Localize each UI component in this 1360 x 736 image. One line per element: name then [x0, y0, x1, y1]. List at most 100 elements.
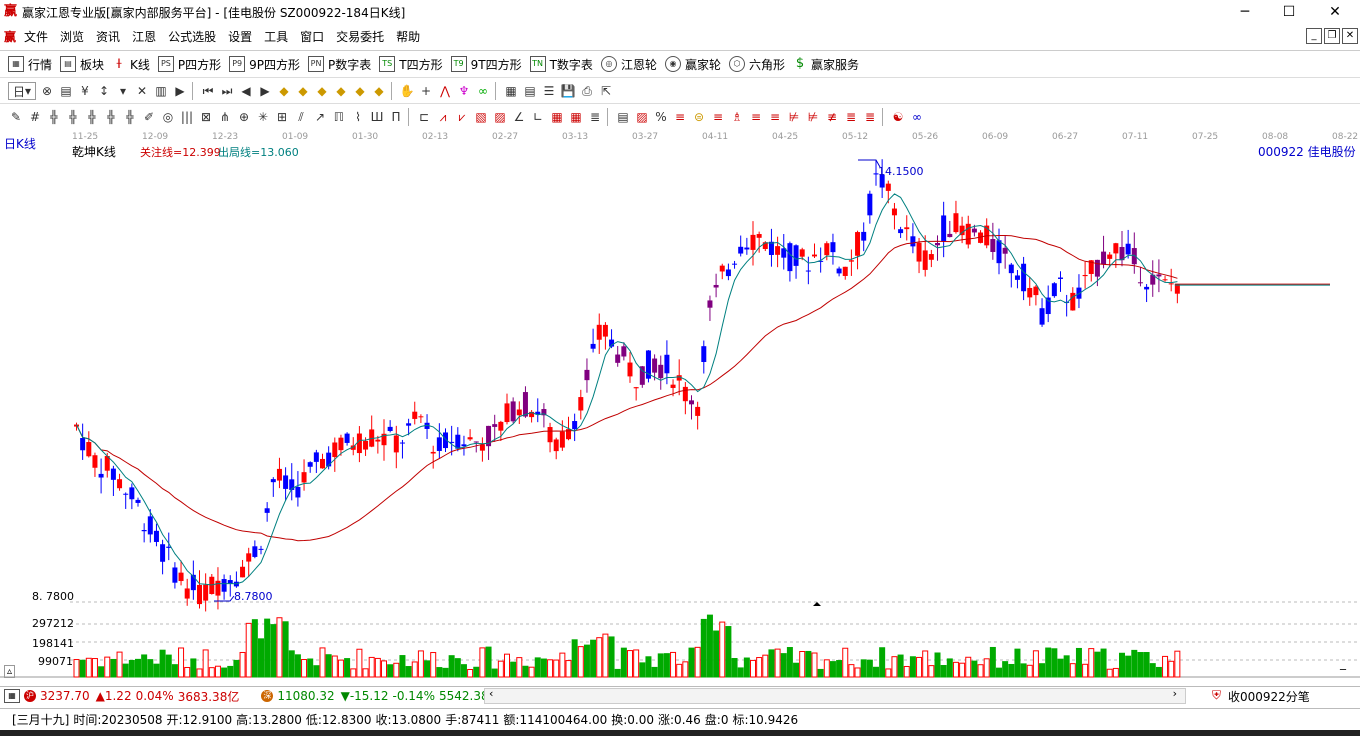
toolbar-winner-wheel[interactable]: ◉ 赢家轮 — [664, 56, 721, 73]
crosshair-icon[interactable]: + — [418, 83, 434, 99]
stats-icon[interactable]: ▥ — [153, 83, 169, 99]
table2-icon[interactable]: ▤ — [615, 109, 631, 125]
diamond3-icon[interactable]: ◆ — [314, 83, 330, 99]
hand-icon[interactable]: ✋ — [399, 83, 415, 99]
level10-icon[interactable]: ≣ — [843, 109, 859, 125]
prev-icon[interactable]: ◀ — [238, 83, 254, 99]
hash-icon[interactable]: # — [27, 109, 43, 125]
menu-info[interactable]: 资讯 — [90, 28, 126, 45]
level1-icon[interactable]: ≡ — [672, 109, 688, 125]
expand-icon[interactable]: ─ — [1340, 665, 1346, 676]
price-icon[interactable]: ¥ — [77, 83, 93, 99]
square-icon[interactable]: ▧ — [473, 109, 489, 125]
menu-browse[interactable]: 浏览 — [54, 28, 90, 45]
link-icon[interactable]: ∞ — [475, 83, 491, 99]
menu-trade[interactable]: 交易委托 — [330, 28, 390, 45]
toolbar-kline[interactable]: ╫ K线 — [112, 56, 150, 73]
minimize-button[interactable]: ─ — [1222, 0, 1268, 24]
level3-icon[interactable]: ≡ — [710, 109, 726, 125]
grid6-icon[interactable]: ▦ — [549, 109, 565, 125]
bar-icon[interactable]: ↕ — [96, 83, 112, 99]
arrow-icon[interactable]: ↗ — [312, 109, 328, 125]
menu-file[interactable]: 文件 — [18, 28, 54, 45]
target-icon[interactable]: ⊕ — [236, 109, 252, 125]
infinity-icon[interactable]: ∞ — [909, 109, 925, 125]
ratio-icon[interactable]: ▨ — [634, 109, 650, 125]
fan3-icon[interactable]: ⩗ — [454, 109, 470, 125]
level6-icon[interactable]: ≡ — [767, 109, 783, 125]
mdi-restore-button[interactable]: ❐ — [1324, 28, 1340, 44]
mdi-minimize-button[interactable]: _ — [1306, 28, 1322, 44]
flag-icon[interactable]: ▶ — [172, 83, 188, 99]
zigzag-icon[interactable]: ⋀ — [437, 83, 453, 99]
pencil-icon[interactable]: ✐ — [141, 109, 157, 125]
toolbar-quotes[interactable]: ▦ 行情 — [8, 56, 52, 73]
list-icon[interactable]: ☰ — [541, 83, 557, 99]
bars-icon[interactable]: ||| — [179, 109, 195, 125]
next-icon[interactable]: ▶ — [257, 83, 273, 99]
last-icon[interactable]: ⏭ — [219, 83, 235, 99]
level2-icon[interactable]: ⊜ — [691, 109, 707, 125]
fan-icon[interactable]: ♆ — [456, 83, 472, 99]
yinyang-icon[interactable]: ☯ — [890, 109, 906, 125]
save-icon[interactable]: 💾 — [560, 83, 576, 99]
level7-icon[interactable]: ⊭ — [786, 109, 802, 125]
level9-icon[interactable]: ≢ — [824, 109, 840, 125]
comb-icon[interactable]: ℿ — [331, 109, 347, 125]
diamond6-icon[interactable]: ◆ — [371, 83, 387, 99]
menu-tools[interactable]: 工具 — [258, 28, 294, 45]
level8-icon[interactable]: ⊭ — [805, 109, 821, 125]
menu-settings[interactable]: 设置 — [222, 28, 258, 45]
toolbar-t-table[interactable]: TN T数字表 — [529, 56, 593, 73]
pen-icon[interactable]: ✎ — [8, 109, 24, 125]
menu-window[interactable]: 窗口 — [294, 28, 330, 45]
diamond5-icon[interactable]: ◆ — [352, 83, 368, 99]
print-icon[interactable]: ⎙ — [579, 83, 595, 99]
cross-icon[interactable]: ✕ — [134, 83, 150, 99]
toolbar-p-square[interactable]: PS P四方形 — [157, 56, 221, 73]
tick-data-link[interactable]: 收000922分笔 — [1228, 688, 1310, 705]
level4-icon[interactable]: ♗ — [729, 109, 745, 125]
box-icon[interactable]: ⊞ — [274, 109, 290, 125]
pi-icon[interactable]: Π — [388, 109, 404, 125]
grid1-icon[interactable]: ╬ — [46, 109, 62, 125]
table-icon[interactable]: ▤ — [522, 83, 538, 99]
grid7-icon[interactable]: ▦ — [568, 109, 584, 125]
first-icon[interactable]: ⏮ — [200, 83, 216, 99]
toolbar-hexagon[interactable]: ⬡ 六角形 — [728, 56, 785, 73]
index-grid-icon[interactable]: ▦ — [4, 689, 20, 703]
kline-chart[interactable]: 11-25 12-09 12-23 01-09 01-30 02-13 02-27 03-13… — [0, 129, 1360, 682]
toolbar-service[interactable]: $ 赢家服务 — [793, 56, 859, 73]
diamond1-icon[interactable]: ◆ — [276, 83, 292, 99]
grid2-icon[interactable]: ╬ — [65, 109, 81, 125]
menu-formula[interactable]: 公式选股 — [162, 28, 222, 45]
fork-icon[interactable]: ⋔ — [217, 109, 233, 125]
toolbar-9t-square[interactable]: T9 9T四方形 — [450, 56, 522, 73]
percent-icon[interactable]: % — [653, 109, 669, 125]
lines-icon[interactable]: ≣ — [587, 109, 603, 125]
scroll-right-icon[interactable]: › — [1173, 687, 1177, 700]
angle2-icon[interactable]: ∟ — [530, 109, 546, 125]
grid4-icon[interactable]: ╬ — [103, 109, 119, 125]
grid5-icon[interactable]: ╬ — [122, 109, 138, 125]
toolbar-p-table[interactable]: PN P数字表 — [308, 56, 371, 73]
maximize-button[interactable]: ☐ — [1266, 0, 1312, 24]
star-icon[interactable]: ✳ — [255, 109, 271, 125]
level5-icon[interactable]: ≡ — [748, 109, 764, 125]
circles-icon[interactable]: ⊗ — [39, 83, 55, 99]
collapse-up-icon[interactable]: ▵ — [4, 665, 16, 678]
level11-icon[interactable]: ≣ — [862, 109, 878, 125]
dropdown-icon[interactable]: ▾ — [115, 83, 131, 99]
toolbar-sectors[interactable]: ▤ 板块 — [60, 56, 104, 73]
square2-icon[interactable]: ▨ — [492, 109, 508, 125]
grid3-icon[interactable]: ╬ — [84, 109, 100, 125]
stairs-icon[interactable]: ⌇ — [350, 109, 366, 125]
toolbar-t-square[interactable]: TS T四方形 — [379, 56, 443, 73]
horizontal-scrollbar[interactable]: ‹ › — [484, 687, 1186, 704]
slash-icon[interactable]: ⫽ — [293, 109, 309, 125]
angle-icon[interactable]: ∠ — [511, 109, 527, 125]
mdi-close-button[interactable]: ✕ — [1342, 28, 1358, 44]
fence-icon[interactable]: Ш — [369, 109, 385, 125]
bracket-icon[interactable]: ⊏ — [416, 109, 432, 125]
close-button[interactable]: ✕ — [1312, 0, 1358, 24]
